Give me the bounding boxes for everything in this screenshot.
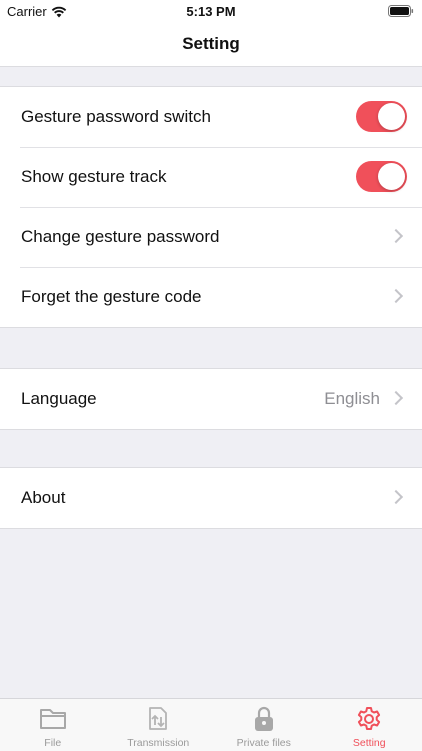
language-value: English — [324, 389, 380, 409]
status-bar: Carrier 5:13 PM — [0, 0, 422, 24]
change-gesture-password-row[interactable]: Change gesture password — [0, 207, 422, 267]
tab-transmission-label: Transmission — [106, 737, 212, 749]
chevron-right-icon — [389, 391, 403, 405]
transfer-icon — [144, 705, 172, 733]
tab-transmission[interactable]: Transmission — [106, 699, 212, 751]
battery-icon — [388, 5, 414, 17]
show-gesture-track-label: Show gesture track — [21, 167, 167, 187]
tab-private-files[interactable]: Private files — [211, 699, 317, 751]
about-row[interactable]: About — [0, 468, 422, 528]
chevron-right-icon — [389, 490, 403, 504]
gesture-password-toggle[interactable] — [356, 101, 407, 132]
tab-setting-label: Setting — [317, 737, 422, 749]
language-group: Language English — [0, 368, 422, 430]
language-row[interactable]: Language English — [0, 369, 422, 429]
gesture-password-switch-row: Gesture password switch — [0, 87, 422, 147]
tab-private-files-label: Private files — [211, 737, 317, 749]
show-gesture-track-row: Show gesture track — [0, 147, 422, 207]
about-label: About — [21, 488, 65, 508]
forget-gesture-code-label: Forget the gesture code — [21, 287, 202, 307]
forget-gesture-code-row[interactable]: Forget the gesture code — [0, 267, 422, 327]
gesture-settings-group: Gesture password switch Show gesture tra… — [0, 86, 422, 328]
gear-icon — [355, 705, 383, 733]
toggle-knob — [378, 163, 405, 190]
chevron-right-icon — [389, 289, 403, 303]
tab-file-label: File — [0, 737, 106, 749]
chevron-right-icon — [389, 229, 403, 243]
navigation-bar: Setting — [0, 24, 422, 67]
tab-file[interactable]: File — [0, 699, 106, 751]
folder-icon — [39, 705, 67, 731]
status-time: 5:13 PM — [0, 4, 422, 19]
tab-setting[interactable]: Setting — [317, 699, 422, 751]
lock-icon — [252, 705, 276, 733]
show-gesture-track-toggle[interactable] — [356, 161, 407, 192]
tab-bar: File Transmission Private files Setting — [0, 698, 422, 751]
about-group: About — [0, 467, 422, 529]
toggle-knob — [378, 103, 405, 130]
page-title: Setting — [0, 34, 422, 54]
language-label: Language — [21, 389, 97, 409]
gesture-password-switch-label: Gesture password switch — [21, 107, 211, 127]
change-gesture-password-label: Change gesture password — [21, 227, 219, 247]
